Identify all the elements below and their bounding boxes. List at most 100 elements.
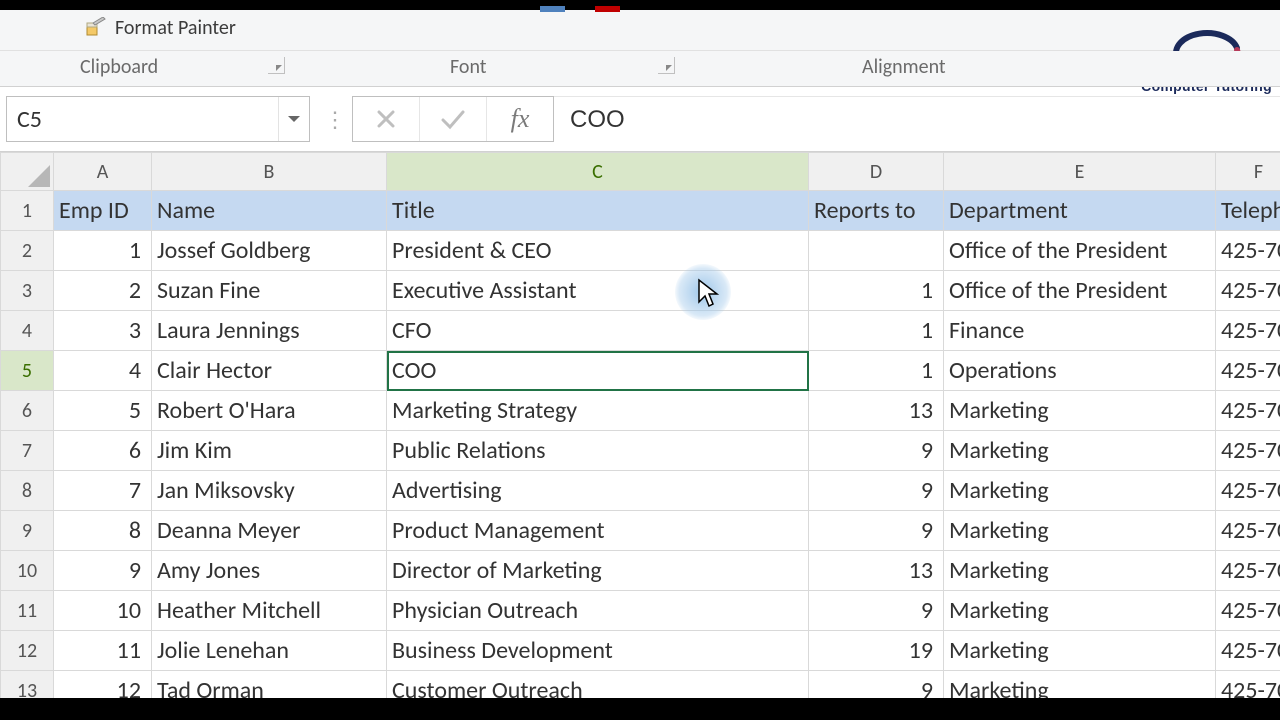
- row-header[interactable]: 7: [1, 431, 54, 471]
- cell[interactable]: Jolie Lenehan: [152, 631, 387, 671]
- cell[interactable]: Public Relations: [387, 431, 809, 471]
- cell[interactable]: 1: [809, 271, 944, 311]
- cell[interactable]: Jim Kim: [152, 431, 387, 471]
- row-header[interactable]: 9: [1, 511, 54, 551]
- cell[interactable]: 9: [809, 431, 944, 471]
- cell[interactable]: 6: [54, 431, 152, 471]
- row-header[interactable]: 12: [1, 631, 54, 671]
- cell[interactable]: 425-70: [1216, 391, 1280, 431]
- cell[interactable]: Teleph: [1216, 191, 1280, 231]
- cell[interactable]: President & CEO: [387, 231, 809, 271]
- cell[interactable]: Marketing Strategy: [387, 391, 809, 431]
- cell[interactable]: Title: [387, 191, 809, 231]
- cell[interactable]: Director of Marketing: [387, 551, 809, 591]
- column-header[interactable]: D: [809, 153, 944, 191]
- cell[interactable]: Advertising: [387, 471, 809, 511]
- chevron-down-icon[interactable]: [278, 97, 309, 141]
- insert-function-button[interactable]: fx: [487, 97, 553, 141]
- cell[interactable]: Department: [944, 191, 1216, 231]
- cell[interactable]: 9: [54, 551, 152, 591]
- cell[interactable]: Marketing: [944, 511, 1216, 551]
- cell[interactable]: 7: [54, 471, 152, 511]
- cell[interactable]: 5: [54, 391, 152, 431]
- cell[interactable]: CFO: [387, 311, 809, 351]
- cell[interactable]: 1: [809, 311, 944, 351]
- enter-formula-button[interactable]: [420, 97, 487, 141]
- cell[interactable]: [809, 231, 944, 271]
- cell[interactable]: 425-70: [1216, 591, 1280, 631]
- cell[interactable]: Marketing: [944, 391, 1216, 431]
- row-header[interactable]: 2: [1, 231, 54, 271]
- cell[interactable]: Marketing: [944, 471, 1216, 511]
- cell[interactable]: 1: [54, 231, 152, 271]
- cell[interactable]: Laura Jennings: [152, 311, 387, 351]
- column-header[interactable]: C: [387, 153, 809, 191]
- format-painter-button[interactable]: Format Painter: [85, 16, 236, 40]
- cell[interactable]: Reports to: [809, 191, 944, 231]
- row-header[interactable]: 3: [1, 271, 54, 311]
- cell[interactable]: 11: [54, 631, 152, 671]
- cell[interactable]: Marketing: [944, 431, 1216, 471]
- cell[interactable]: Finance: [944, 311, 1216, 351]
- cell[interactable]: Jossef Goldberg: [152, 231, 387, 271]
- font-color-swatch[interactable]: [595, 6, 620, 12]
- fill-color-swatch[interactable]: [540, 6, 565, 12]
- cell[interactable]: Business Development: [387, 631, 809, 671]
- cell[interactable]: 425-70: [1216, 351, 1280, 391]
- row-header[interactable]: 1: [1, 191, 54, 231]
- cell[interactable]: Jan Miksovsky: [152, 471, 387, 511]
- cell[interactable]: Clair Hector: [152, 351, 387, 391]
- spreadsheet-grid[interactable]: ABCDEF1Emp IDNameTitleReports toDepartme…: [0, 152, 1280, 711]
- cell[interactable]: 425-70: [1216, 511, 1280, 551]
- cell[interactable]: Heather Mitchell: [152, 591, 387, 631]
- row-header[interactable]: 5: [1, 351, 54, 391]
- cell[interactable]: Office of the President: [944, 231, 1216, 271]
- name-box[interactable]: C5: [6, 96, 310, 142]
- cell[interactable]: 425-70: [1216, 431, 1280, 471]
- cell[interactable]: 2: [54, 271, 152, 311]
- cell[interactable]: Product Management: [387, 511, 809, 551]
- cancel-formula-button[interactable]: [353, 97, 420, 141]
- row-header[interactable]: 10: [1, 551, 54, 591]
- cell[interactable]: Marketing: [944, 551, 1216, 591]
- cell[interactable]: 425-70: [1216, 631, 1280, 671]
- cell[interactable]: Name: [152, 191, 387, 231]
- column-header[interactable]: A: [54, 153, 152, 191]
- cell[interactable]: 13: [809, 391, 944, 431]
- cell[interactable]: 9: [809, 511, 944, 551]
- cell[interactable]: 8: [54, 511, 152, 551]
- cell[interactable]: 9: [809, 591, 944, 631]
- dialog-launcher-icon[interactable]: [658, 57, 675, 74]
- cell[interactable]: Executive Assistant: [387, 271, 809, 311]
- cell[interactable]: 19: [809, 631, 944, 671]
- column-header[interactable]: E: [944, 153, 1216, 191]
- cell[interactable]: 13: [809, 551, 944, 591]
- cell[interactable]: 3: [54, 311, 152, 351]
- cell[interactable]: 425-70: [1216, 311, 1280, 351]
- formula-input[interactable]: [554, 96, 1280, 143]
- cell[interactable]: Office of the President: [944, 271, 1216, 311]
- cell[interactable]: 1: [809, 351, 944, 391]
- cell[interactable]: 425-70: [1216, 231, 1280, 271]
- column-header[interactable]: B: [152, 153, 387, 191]
- cell[interactable]: Amy Jones: [152, 551, 387, 591]
- row-header[interactable]: 8: [1, 471, 54, 511]
- cell[interactable]: 425-70: [1216, 271, 1280, 311]
- row-header[interactable]: 4: [1, 311, 54, 351]
- cell[interactable]: Deanna Meyer: [152, 511, 387, 551]
- cell[interactable]: 4: [54, 351, 152, 391]
- cell[interactable]: 10: [54, 591, 152, 631]
- cell[interactable]: 425-70: [1216, 471, 1280, 511]
- select-all-corner[interactable]: [1, 153, 54, 191]
- row-header[interactable]: 6: [1, 391, 54, 431]
- cell[interactable]: Suzan Fine: [152, 271, 387, 311]
- cell[interactable]: Marketing: [944, 631, 1216, 671]
- cell[interactable]: Emp ID: [54, 191, 152, 231]
- cell[interactable]: 9: [809, 471, 944, 511]
- cell[interactable]: 425-70: [1216, 551, 1280, 591]
- cell[interactable]: Marketing: [944, 591, 1216, 631]
- dialog-launcher-icon[interactable]: [268, 57, 285, 74]
- column-header[interactable]: F: [1216, 153, 1280, 191]
- cell[interactable]: Robert O'Hara: [152, 391, 387, 431]
- cell[interactable]: Physician Outreach: [387, 591, 809, 631]
